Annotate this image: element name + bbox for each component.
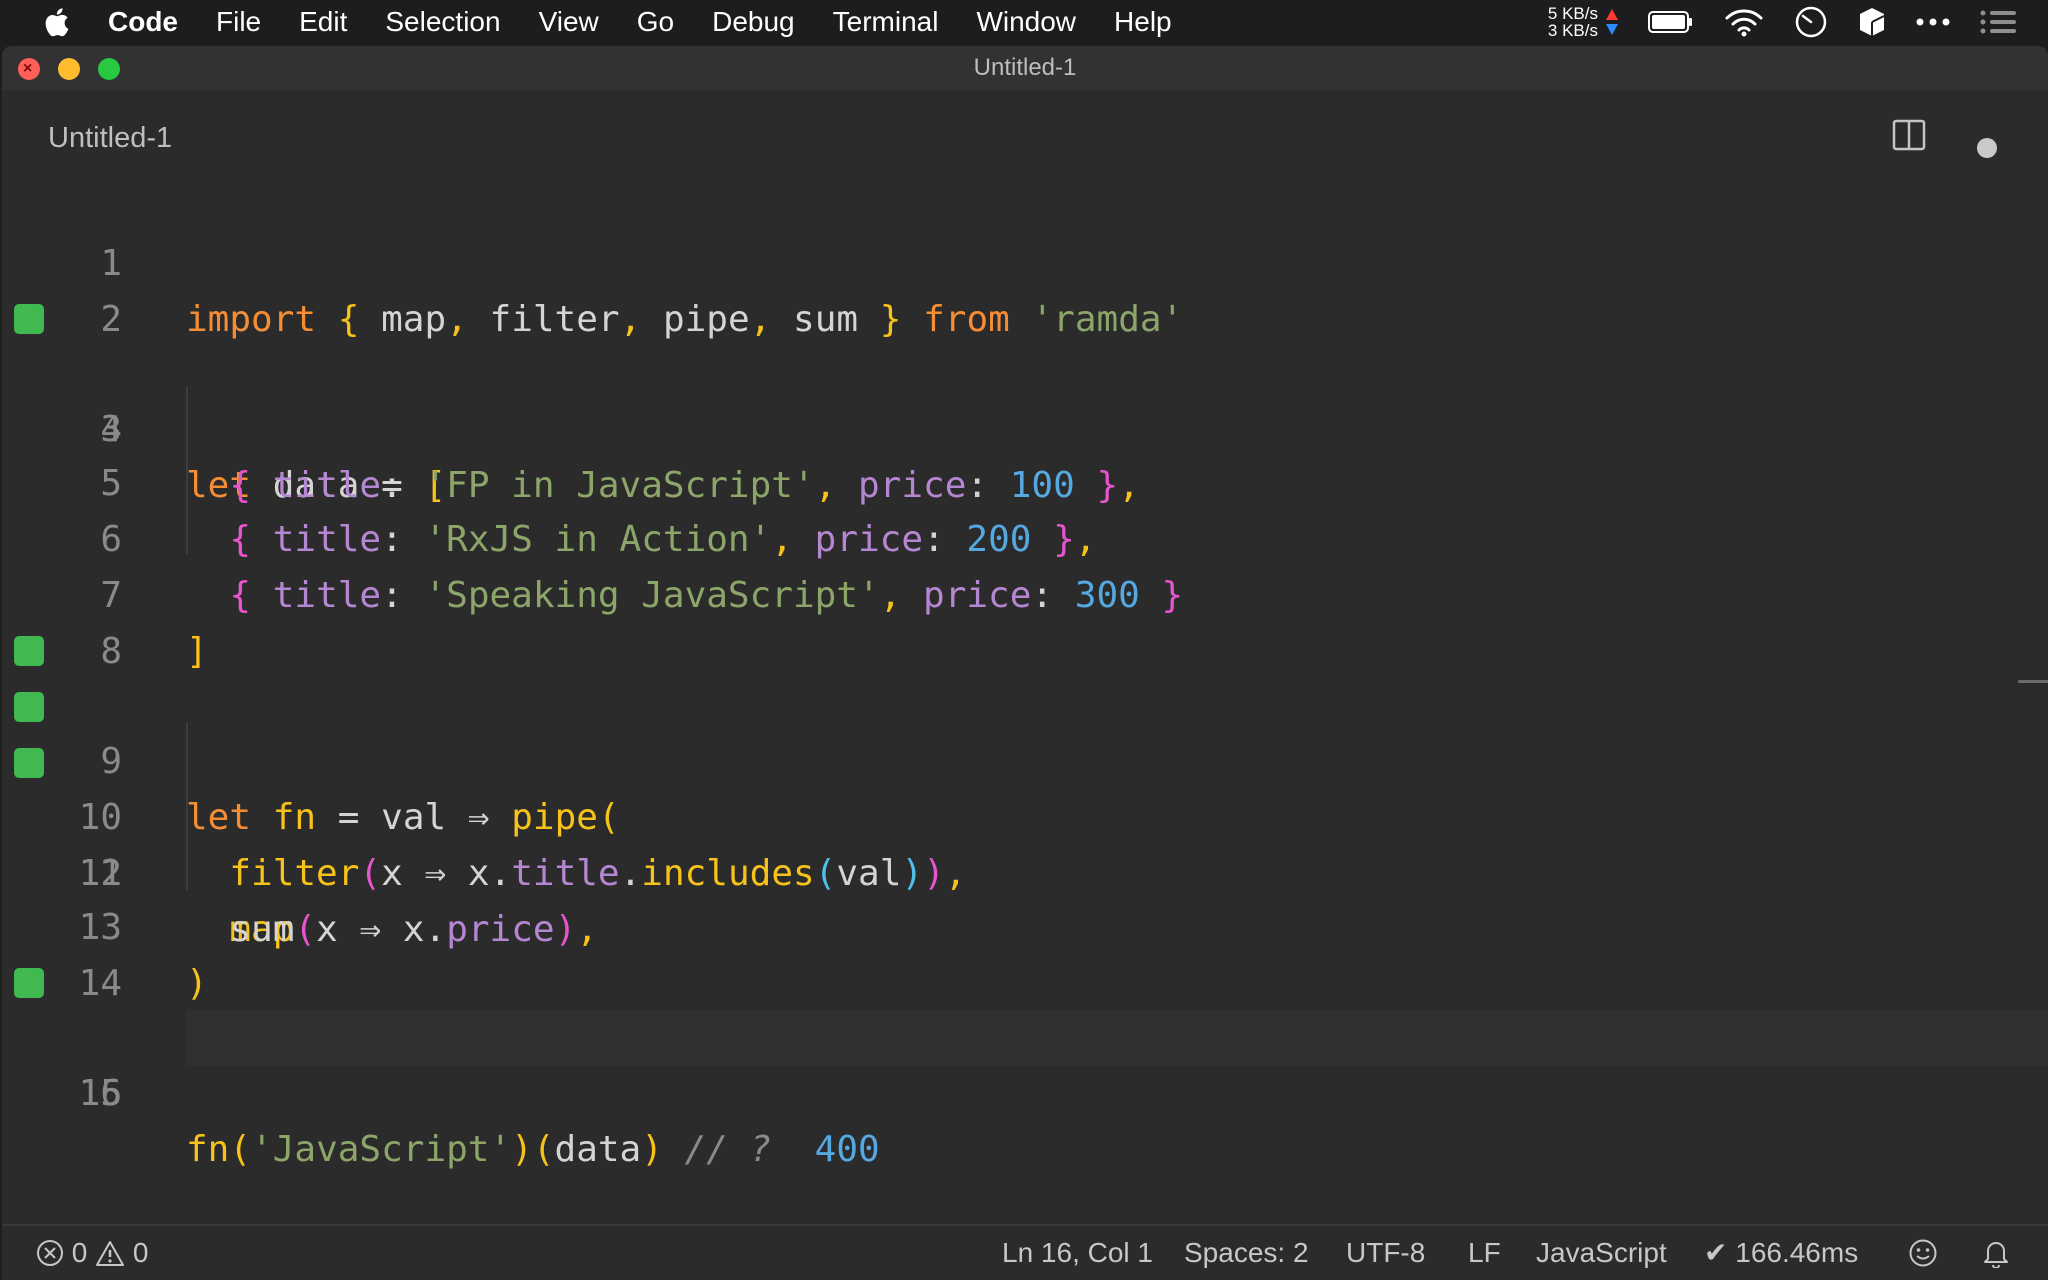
problems-indicator[interactable]: 0 0 — [36, 1226, 149, 1280]
code-line[interactable]: 11 map(x ⇒ x.price), — [2, 734, 2048, 950]
code-line[interactable]: 14 — [2, 900, 2048, 1004]
error-count: 0 — [71, 1237, 88, 1268]
net-arrows-icon — [1606, 9, 1618, 35]
menu-help[interactable]: Help — [1114, 6, 1172, 38]
coverage-marker — [14, 692, 44, 722]
window-titlebar[interactable]: × Untitled-1 — [2, 46, 2048, 90]
code-line[interactable]: 1 import { map, filter, pipe, sum } from… — [2, 180, 2048, 340]
menu-view[interactable]: View — [539, 6, 599, 38]
menu-terminal[interactable]: Terminal — [833, 6, 939, 38]
code-line[interactable]: 13 ) — [2, 844, 2048, 1004]
status-bar: 0 0 Ln 16, Col 1 Spaces: 2 UTF-8 LF Java… — [2, 1224, 2048, 1280]
code-line[interactable]: 6 { title: 'Speaking JavaScript', price:… — [2, 456, 2048, 616]
code-line[interactable]: 12 sum — [2, 790, 2048, 950]
box-icon[interactable] — [1858, 6, 1886, 38]
coverage-marker — [14, 748, 44, 778]
cursor-position[interactable]: Ln 16, Col 1 — [1002, 1226, 1153, 1280]
status-menus: 5 KB/s 3 KB/s — [1548, 0, 2048, 44]
code-editor[interactable]: 1 import { map, filter, pipe, sum } from… — [2, 180, 2048, 1224]
coverage-marker — [14, 968, 44, 998]
list-icon[interactable] — [1980, 9, 2018, 35]
execution-time[interactable]: ✔ 166.46ms — [1704, 1226, 1858, 1280]
code-line[interactable]: 5 { title: 'RxJS in Action', price: 200 … — [2, 400, 2048, 560]
encoding[interactable]: UTF-8 — [1346, 1226, 1425, 1280]
menu-app-name[interactable]: Code — [108, 6, 178, 38]
net-download-speed: 3 KB/s — [1547, 21, 1598, 40]
line-number: 16 — [78, 1073, 122, 1114]
inline-result-value: 400 — [814, 1129, 880, 1170]
code-line[interactable]: 7 ] — [2, 512, 2048, 672]
unsaved-dot-icon[interactable] — [1977, 138, 1997, 158]
tab-untitled-1[interactable]: Untitled-1 — [48, 122, 172, 155]
scrollbar-marker[interactable] — [2018, 680, 2048, 683]
code-line[interactable]: 10 filter(x ⇒ x.title.includes(val)), — [2, 678, 2048, 894]
code-line[interactable]: 8 — [2, 568, 2048, 672]
notifications-bell-icon[interactable] — [1982, 1238, 2010, 1275]
menu-bar: Code File Edit Selection View Go Debug T… — [0, 0, 2048, 44]
network-stats[interactable]: 5 KB/s 3 KB/s — [1548, 5, 1598, 39]
feedback-smiley-icon[interactable] — [1908, 1238, 1938, 1275]
split-editor-icon[interactable] — [1892, 118, 1926, 157]
indentation[interactable]: Spaces: 2 — [1184, 1226, 1309, 1280]
wifi-icon[interactable] — [1724, 7, 1764, 37]
apple-logo-icon[interactable] — [40, 6, 70, 38]
tab-bar: Untitled-1 — [2, 90, 2048, 180]
battery-icon[interactable] — [1648, 10, 1694, 34]
close-icon: × — [23, 60, 33, 77]
menu-selection[interactable]: Selection — [385, 6, 500, 38]
code-line[interactable]: 2 — [2, 236, 2048, 340]
code-text: fn('JavaScript')(data) // ? 400 — [186, 1129, 880, 1170]
menu-file[interactable]: File — [216, 6, 261, 38]
menu-edit[interactable]: Edit — [299, 6, 347, 38]
code-line[interactable]: 9 let fn = val ⇒ pipe( — [2, 622, 2048, 838]
menu-window[interactable]: Window — [976, 6, 1076, 38]
code-line[interactable]: 16 — [2, 1010, 2048, 1114]
warning-icon — [96, 1241, 125, 1266]
window-title: Untitled-1 — [973, 54, 1077, 81]
code-line[interactable]: 4 { title: 'FP in JavaScript', price: 10… — [2, 346, 2048, 506]
menu-debug[interactable]: Debug — [712, 6, 795, 38]
error-icon — [37, 1240, 63, 1266]
close-window-button[interactable]: × — [18, 58, 40, 80]
coverage-marker — [14, 304, 44, 334]
language-mode[interactable]: JavaScript — [1536, 1226, 1667, 1280]
code-line[interactable]: 15 fn('JavaScript')(data) // ? 400 — [2, 954, 2048, 1170]
coverage-marker — [14, 636, 44, 666]
menu-go[interactable]: Go — [637, 6, 674, 38]
clock-icon[interactable] — [1794, 5, 1828, 39]
zoom-window-button[interactable] — [98, 58, 120, 80]
minimize-window-button[interactable] — [58, 58, 80, 80]
more-icon[interactable] — [1916, 18, 1950, 26]
net-upload-speed: 5 KB/s — [1547, 4, 1598, 23]
code-line[interactable]: 3 let data = [ — [2, 290, 2048, 506]
end-of-line[interactable]: LF — [1468, 1226, 1501, 1280]
warning-count: 0 — [132, 1237, 149, 1268]
editor-window: × Untitled-1 Untitled-1 1 import { map, … — [2, 46, 2048, 1280]
